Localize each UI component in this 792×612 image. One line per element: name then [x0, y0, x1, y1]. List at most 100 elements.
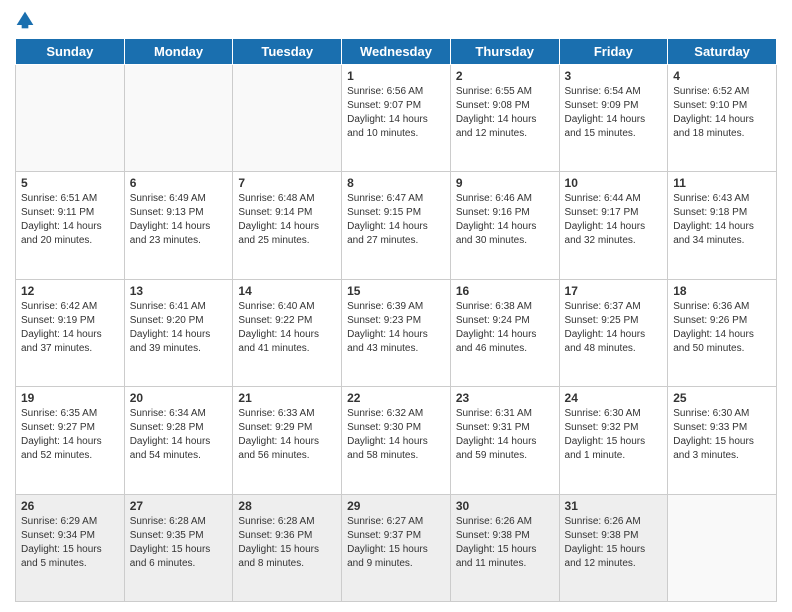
calendar-cell: 3 Sunrise: 6:54 AMSunset: 9:09 PMDaylight…: [559, 65, 668, 172]
calendar-cell: 26Sunrise: 6:29 AMSunset: 9:34 PMDayligh…: [16, 494, 125, 601]
day-info: Sunrise: 6:43 AMSunset: 9:18 PMDaylight:…: [673, 192, 771, 248]
calendar-cell: 13 Sunrise: 6:41 AMSunset: 9:20 PMDayligh…: [124, 279, 233, 386]
day-number: 11: [673, 176, 771, 190]
day-number: 22: [347, 391, 445, 405]
calendar-week-4: 19 Sunrise: 6:35 AMSunset: 9:27 PMDayligh…: [16, 387, 777, 494]
day-info: Sunrise: 6:55 AMSunset: 9:08 PMDaylight:…: [456, 85, 554, 141]
day-info: Sunrise: 6:33 AMSunset: 9:29 PMDaylight:…: [238, 407, 336, 463]
day-number: 24: [565, 391, 663, 405]
day-header-friday: Friday: [559, 39, 668, 65]
calendar-cell: 27 Sunrise: 6:28 AMSunset: 9:35 PMDayligh…: [124, 494, 233, 601]
calendar-header-row: SundayMondayTuesdayWednesdayThursdayFrid…: [16, 39, 777, 65]
calendar-week-3: 12 Sunrise: 6:42 AMSunset: 9:19 PMDayligh…: [16, 279, 777, 386]
day-number: 6: [130, 176, 228, 190]
calendar-cell: 8 Sunrise: 6:47 AMSunset: 9:15 PMDaylight…: [342, 172, 451, 279]
calendar-cell: [124, 65, 233, 172]
calendar-cell: [233, 65, 342, 172]
day-info: Sunrise: 6:42 AMSunset: 9:19 PMDaylight:…: [21, 300, 119, 356]
day-number: 27: [130, 499, 228, 513]
day-number: 29: [347, 499, 445, 513]
day-header-tuesday: Tuesday: [233, 39, 342, 65]
calendar-cell: [16, 65, 125, 172]
day-header-sunday: Sunday: [16, 39, 125, 65]
day-number: 14: [238, 284, 336, 298]
logo-icon: [15, 10, 35, 30]
day-number: 10: [565, 176, 663, 190]
day-info: Sunrise: 6:54 AMSunset: 9:09 PMDaylight:…: [565, 85, 663, 141]
calendar-cell: 15 Sunrise: 6:39 AMSunset: 9:23 PMDayligh…: [342, 279, 451, 386]
day-number: 17: [565, 284, 663, 298]
day-info: Sunrise: 6:39 AMSunset: 9:23 PMDaylight:…: [347, 300, 445, 356]
day-number: 7: [238, 176, 336, 190]
day-info: Sunrise: 6:30 AMSunset: 9:33 PMDaylight:…: [673, 407, 771, 463]
day-info: Sunrise: 6:56 AMSunset: 9:07 PMDaylight:…: [347, 85, 445, 141]
calendar-cell: 28 Sunrise: 6:28 AMSunset: 9:36 PMDayligh…: [233, 494, 342, 601]
day-number: 23: [456, 391, 554, 405]
calendar-cell: 23Sunrise: 6:31 AMSunset: 9:31 PMDayligh…: [450, 387, 559, 494]
day-info: Sunrise: 6:26 AMSunset: 9:38 PMDaylight:…: [456, 515, 554, 571]
day-number: 13: [130, 284, 228, 298]
calendar-cell: 4Sunrise: 6:52 AMSunset: 9:10 PMDaylight…: [668, 65, 777, 172]
header: [15, 10, 777, 30]
day-header-thursday: Thursday: [450, 39, 559, 65]
day-info: Sunrise: 6:46 AMSunset: 9:16 PMDaylight:…: [456, 192, 554, 248]
calendar-cell: 17 Sunrise: 6:37 AMSunset: 9:25 PMDayligh…: [559, 279, 668, 386]
calendar-cell: 20 Sunrise: 6:34 AMSunset: 9:28 PMDayligh…: [124, 387, 233, 494]
day-info: Sunrise: 6:44 AMSunset: 9:17 PMDaylight:…: [565, 192, 663, 248]
day-info: Sunrise: 6:38 AMSunset: 9:24 PMDaylight:…: [456, 300, 554, 356]
calendar-cell: 1 Sunrise: 6:56 AMSunset: 9:07 PMDaylight…: [342, 65, 451, 172]
day-info: Sunrise: 6:26 AMSunset: 9:38 PMDaylight:…: [565, 515, 663, 571]
day-info: Sunrise: 6:28 AMSunset: 9:35 PMDaylight:…: [130, 515, 228, 571]
calendar-cell: 19 Sunrise: 6:35 AMSunset: 9:27 PMDayligh…: [16, 387, 125, 494]
day-info: Sunrise: 6:36 AMSunset: 9:26 PMDaylight:…: [673, 300, 771, 356]
day-number: 30: [456, 499, 554, 513]
calendar-cell: 31 Sunrise: 6:26 AMSunset: 9:38 PMDayligh…: [559, 494, 668, 601]
calendar-week-5: 26Sunrise: 6:29 AMSunset: 9:34 PMDayligh…: [16, 494, 777, 601]
day-number: 20: [130, 391, 228, 405]
day-info: Sunrise: 6:32 AMSunset: 9:30 PMDaylight:…: [347, 407, 445, 463]
day-number: 3: [565, 69, 663, 83]
calendar-cell: 10 Sunrise: 6:44 AMSunset: 9:17 PMDayligh…: [559, 172, 668, 279]
calendar-cell: [668, 494, 777, 601]
calendar-cell: 30 Sunrise: 6:26 AMSunset: 9:38 PMDayligh…: [450, 494, 559, 601]
day-info: Sunrise: 6:48 AMSunset: 9:14 PMDaylight:…: [238, 192, 336, 248]
calendar-cell: 5Sunrise: 6:51 AMSunset: 9:11 PMDaylight…: [16, 172, 125, 279]
day-number: 1: [347, 69, 445, 83]
calendar-cell: 9 Sunrise: 6:46 AMSunset: 9:16 PMDaylight…: [450, 172, 559, 279]
calendar-cell: 16Sunrise: 6:38 AMSunset: 9:24 PMDayligh…: [450, 279, 559, 386]
day-number: 28: [238, 499, 336, 513]
day-info: Sunrise: 6:37 AMSunset: 9:25 PMDaylight:…: [565, 300, 663, 356]
day-number: 2: [456, 69, 554, 83]
day-info: Sunrise: 6:28 AMSunset: 9:36 PMDaylight:…: [238, 515, 336, 571]
day-number: 25: [673, 391, 771, 405]
day-info: Sunrise: 6:30 AMSunset: 9:32 PMDaylight:…: [565, 407, 663, 463]
day-info: Sunrise: 6:40 AMSunset: 9:22 PMDaylight:…: [238, 300, 336, 356]
calendar-cell: 22 Sunrise: 6:32 AMSunset: 9:30 PMDayligh…: [342, 387, 451, 494]
calendar-cell: 11 Sunrise: 6:43 AMSunset: 9:18 PMDayligh…: [668, 172, 777, 279]
day-number: 9: [456, 176, 554, 190]
day-number: 18: [673, 284, 771, 298]
day-number: 31: [565, 499, 663, 513]
calendar-cell: 21Sunrise: 6:33 AMSunset: 9:29 PMDayligh…: [233, 387, 342, 494]
calendar-cell: 29 Sunrise: 6:27 AMSunset: 9:37 PMDayligh…: [342, 494, 451, 601]
day-header-monday: Monday: [124, 39, 233, 65]
day-info: Sunrise: 6:34 AMSunset: 9:28 PMDaylight:…: [130, 407, 228, 463]
calendar-cell: 7 Sunrise: 6:48 AMSunset: 9:14 PMDaylight…: [233, 172, 342, 279]
day-number: 19: [21, 391, 119, 405]
day-number: 8: [347, 176, 445, 190]
day-info: Sunrise: 6:35 AMSunset: 9:27 PMDaylight:…: [21, 407, 119, 463]
page: SundayMondayTuesdayWednesdayThursdayFrid…: [0, 0, 792, 612]
calendar-week-1: 1 Sunrise: 6:56 AMSunset: 9:07 PMDaylight…: [16, 65, 777, 172]
calendar-cell: 18 Sunrise: 6:36 AMSunset: 9:26 PMDayligh…: [668, 279, 777, 386]
day-info: Sunrise: 6:27 AMSunset: 9:37 PMDaylight:…: [347, 515, 445, 571]
day-number: 15: [347, 284, 445, 298]
calendar-cell: 25 Sunrise: 6:30 AMSunset: 9:33 PMDayligh…: [668, 387, 777, 494]
day-info: Sunrise: 6:52 AMSunset: 9:10 PMDaylight:…: [673, 85, 771, 141]
day-info: Sunrise: 6:41 AMSunset: 9:20 PMDaylight:…: [130, 300, 228, 356]
day-number: 12: [21, 284, 119, 298]
day-info: Sunrise: 6:47 AMSunset: 9:15 PMDaylight:…: [347, 192, 445, 248]
calendar-cell: 6Sunrise: 6:49 AMSunset: 9:13 PMDaylight…: [124, 172, 233, 279]
calendar-cell: 24 Sunrise: 6:30 AMSunset: 9:32 PMDayligh…: [559, 387, 668, 494]
day-number: 5: [21, 176, 119, 190]
day-header-saturday: Saturday: [668, 39, 777, 65]
